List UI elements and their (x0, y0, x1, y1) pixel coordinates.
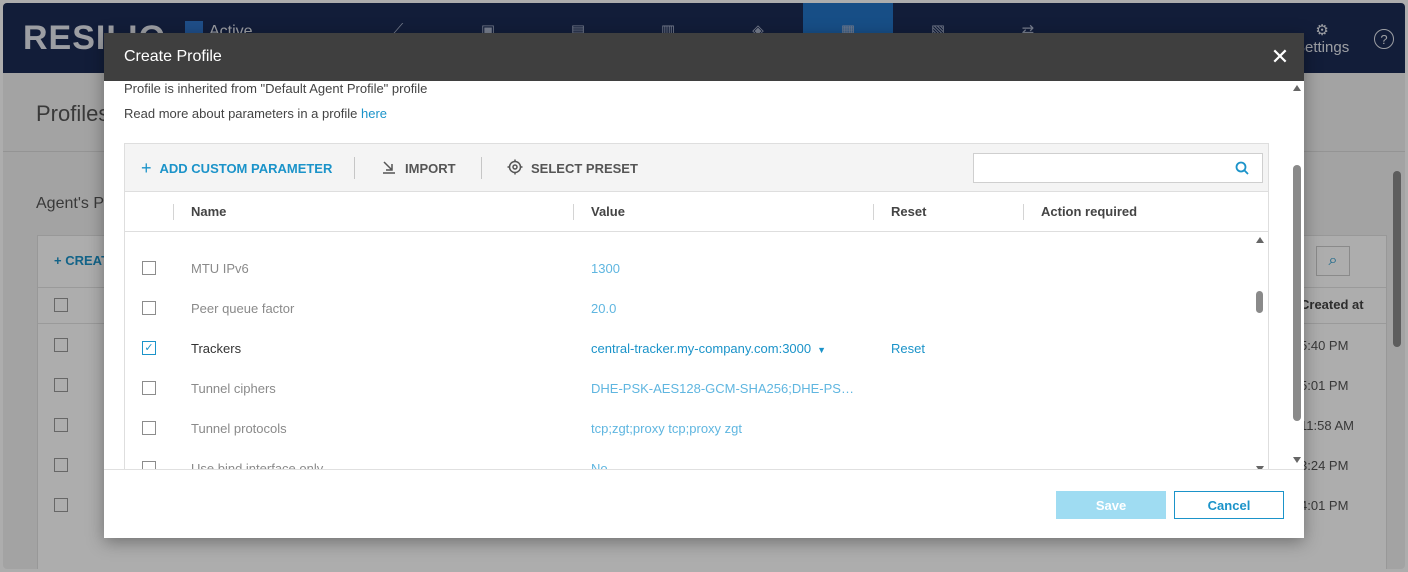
preset-gear-icon (507, 159, 523, 178)
inherited-info: Profile is inherited from "Default Agent… (124, 81, 428, 96)
save-button[interactable]: Save (1056, 491, 1166, 519)
add-label: ADD CUSTOM PARAMETER (159, 160, 333, 176)
parameter-value[interactable]: 1300 (591, 261, 620, 276)
table-row[interactable]: Peer queue factor 20.0 (125, 293, 1253, 333)
rows-scrollbar[interactable] (1253, 233, 1267, 469)
cancel-button[interactable]: Cancel (1174, 491, 1284, 519)
column-name[interactable]: Name (191, 204, 226, 219)
dialog-title: Create Profile (124, 48, 222, 65)
table-row[interactable]: Use bind interface only No (125, 453, 1253, 469)
column-value[interactable]: Value (591, 204, 625, 219)
import-button[interactable]: IMPORT (381, 144, 456, 192)
scroll-up-icon[interactable] (1256, 237, 1264, 243)
dialog-scrollbar[interactable] (1290, 81, 1304, 469)
reset-link[interactable]: Reset (891, 341, 925, 356)
column-separator (173, 204, 174, 220)
parameter-name: Tunnel ciphers (191, 381, 276, 396)
checkmark-icon: ✓ (144, 341, 154, 354)
preset-label: SELECT PRESET (531, 160, 638, 176)
select-preset-button[interactable]: SELECT PRESET (507, 144, 638, 192)
table-row[interactable]: Tunnel ciphers DHE-PSK-AES128-GCM-SHA256… (125, 373, 1253, 413)
parameters-toolbar: + ADD CUSTOM PARAMETER IMPORT SELECT PRE… (125, 144, 1268, 192)
column-reset[interactable]: Reset (891, 204, 926, 219)
create-profile-dialog: Create Profile ✕ Profile is inherited fr… (104, 33, 1304, 538)
dialog-footer: Save Cancel (104, 469, 1304, 538)
parameter-name: Trackers (191, 341, 242, 356)
parameter-name: MTU IPv6 (191, 261, 249, 276)
parameter-value[interactable]: tcp;zgt;proxy tcp;proxy zgt (591, 421, 742, 436)
scrollbar-thumb[interactable] (1256, 291, 1263, 313)
table-row[interactable]: Tunnel protocols tcp;zgt;proxy tcp;proxy… (125, 413, 1253, 453)
close-icon[interactable]: ✕ (1266, 43, 1294, 71)
parameters-header: Name Value Reset Action required (125, 192, 1268, 232)
parameters-table: + ADD CUSTOM PARAMETER IMPORT SELECT PRE… (124, 143, 1269, 469)
column-separator (873, 204, 874, 220)
toolbar-separator (481, 157, 482, 179)
table-row[interactable]: MTU IPv6 1300 (125, 253, 1253, 293)
search-icon (1235, 161, 1249, 175)
toolbar-separator (354, 157, 355, 179)
parameter-name: Peer queue factor (191, 301, 295, 316)
scrollbar-thumb[interactable] (1293, 165, 1301, 421)
readmore-link[interactable]: here (361, 106, 387, 121)
row-checkbox[interactable] (142, 461, 156, 469)
column-separator (1023, 204, 1024, 220)
parameter-value: central-tracker.my-company.com:3000 (591, 341, 812, 356)
plus-icon: + (141, 158, 152, 178)
row-checkbox[interactable] (142, 261, 156, 275)
scroll-up-icon[interactable] (1293, 85, 1301, 91)
search-button[interactable] (1222, 153, 1263, 183)
readmore-label: Read more about parameters in a profile (124, 106, 362, 121)
table-row[interactable]: ✓ Trackers central-tracker.my-company.co… (125, 333, 1253, 373)
parameter-value[interactable]: 20.0 (591, 301, 616, 316)
dialog-body: Profile is inherited from "Default Agent… (104, 81, 1304, 469)
scroll-down-icon[interactable] (1293, 457, 1301, 463)
dialog-header: Create Profile ✕ (104, 33, 1304, 81)
parameters-rows: MTU IPv6 1300 Peer queue factor 20.0 ✓ T… (125, 233, 1253, 469)
readmore-text: Read more about parameters in a profile … (124, 106, 387, 121)
row-checkbox-checked[interactable]: ✓ (142, 341, 156, 355)
row-checkbox[interactable] (142, 381, 156, 395)
parameter-value[interactable]: No (591, 461, 608, 469)
import-label: IMPORT (405, 160, 456, 176)
parameter-name: Use bind interface only (191, 461, 324, 469)
chevron-down-icon: ▼ (817, 345, 827, 355)
import-icon (381, 159, 397, 178)
row-checkbox[interactable] (142, 301, 156, 315)
add-custom-parameter-button[interactable]: + ADD CUSTOM PARAMETER (141, 144, 332, 192)
column-separator (573, 204, 574, 220)
column-action-required[interactable]: Action required (1041, 204, 1137, 219)
row-checkbox[interactable] (142, 421, 156, 435)
parameter-value[interactable]: DHE-PSK-AES128-GCM-SHA256;DHE-PSK-AES256… (591, 381, 861, 396)
parameter-name: Tunnel protocols (191, 421, 287, 436)
parameter-value-dropdown[interactable]: central-tracker.my-company.com:3000 ▼ (591, 341, 826, 356)
parameter-search-input[interactable] (973, 153, 1223, 183)
